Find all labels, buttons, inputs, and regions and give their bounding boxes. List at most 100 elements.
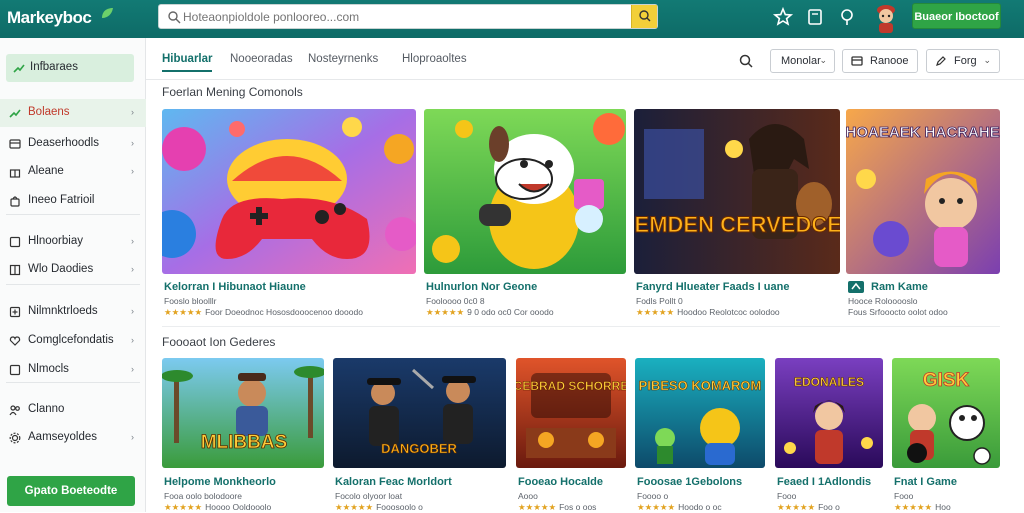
game-meta: Fooslo bloolllr: [164, 296, 217, 306]
chevron-right-icon: ›: [131, 236, 134, 246]
game-card[interactable]: EHOAEAEK HACRAHEN Ram Kame Hooce Roloooo…: [846, 109, 1000, 319]
game-thumbnail: PIBESO KOMAROM: [635, 358, 765, 468]
game-thumbnail: [162, 109, 416, 274]
game-title[interactable]: Kelorran I Hibunaot Hiaune: [164, 281, 306, 293]
avatar-icon[interactable]: [872, 2, 900, 34]
chevron-right-icon: ›: [131, 264, 134, 274]
star-badge-icon[interactable]: [772, 6, 794, 28]
filter-button[interactable]: Ranooe: [842, 49, 918, 73]
chevron-right-icon: ›: [131, 138, 134, 148]
game-card[interactable]: EDONAILES Feaed I 1Adlondis Fooo ★★★★★ Fo…: [775, 358, 883, 512]
sidebar-item[interactable]: Ineeo Fatrioil: [0, 187, 146, 215]
game-title[interactable]: Kaloran Feac Morldort: [335, 476, 452, 488]
sort-dropdown[interactable]: Monolar ⌄: [770, 49, 835, 73]
square-icon: [9, 236, 21, 248]
game-meta: Hooce Rolooooslo: [848, 296, 918, 306]
game-title[interactable]: Fanyrd Hlueater Faads I uane: [636, 281, 789, 293]
pen-icon: [936, 56, 946, 66]
game-meta: Focolo olyoor loat: [335, 491, 403, 501]
sidebar-item[interactable]: Deaserhoodls ›: [0, 130, 146, 158]
sidebar-item-label: Nilmnktrloeds: [28, 305, 98, 317]
chevron-right-icon: ›: [131, 107, 134, 117]
game-thumbnail: MLIBBAS: [162, 358, 324, 468]
sidebar-item[interactable]: Wlo Daodies ›: [0, 256, 146, 284]
game-badge-icon: [848, 281, 864, 293]
game-rating: ★★★★★ Foo o: [777, 502, 840, 512]
game-card[interactable]: Hulnurlon Nor Geone Fooloooo 0c0 8 ★★★★★…: [424, 109, 626, 319]
game-thumbnail: DANGOBER: [333, 358, 506, 468]
game-card[interactable]: PIBESO KOMAROM Fooosae 1Gebolons Foooo o…: [635, 358, 765, 512]
sidebar-item[interactable]: Aleane ›: [0, 158, 146, 186]
sidebar-item[interactable]: Aamseyoldes ›: [0, 424, 146, 452]
tab-nooeoradas[interactable]: Nooeoradas: [230, 53, 293, 65]
sign-in-button[interactable]: Buaeor Iboctoof: [912, 3, 1001, 29]
box-icon: [9, 139, 21, 149]
sidebar-item[interactable]: Nlmocls ›: [0, 356, 146, 384]
game-card[interactable]: Kelorran I Hibunaot Hiaune Fooslo blooll…: [162, 109, 416, 319]
game-rating: ★★★★★ Foor Doeodnoc Hososdooocenoo dooodo: [164, 307, 363, 317]
sidebar-item[interactable]: Comglcefondatis ›: [0, 327, 146, 355]
sidebar-item-label: Wlo Daodies: [28, 263, 94, 275]
game-rating: ★★★★★ Hoodo o oc: [637, 502, 722, 512]
view-dropdown[interactable]: Forg ⌄: [926, 49, 1000, 73]
sidebar-item-label: Ineeo Fatrioil: [28, 194, 95, 206]
game-title[interactable]: Helpome Monkheorlo: [164, 476, 276, 488]
sidebar-top-label: Infbaraes: [30, 61, 78, 73]
game-title[interactable]: Fooosae 1Gebolons: [637, 476, 742, 488]
search-button[interactable]: [631, 5, 657, 28]
game-card[interactable]: GEMDEN CERVEDCES Fanyrd Hlueater Faads I…: [634, 109, 840, 319]
sidebar: Infbaraes Gpato Boeteodte Bolaens › Deaser…: [0, 38, 146, 512]
active-tab-indicator: [162, 70, 212, 72]
sidebar-top-item[interactable]: Infbaraes: [6, 54, 134, 82]
sidebar-item[interactable]: Nilmnktrloeds ›: [0, 298, 146, 326]
sidebar-divider: [6, 382, 140, 383]
game-meta: Foooo o: [637, 491, 669, 501]
sidebar-item-label: Aamseyoldes: [28, 431, 98, 443]
game-card[interactable]: GISK Fnat I Game Fooo ★★★★★ Hoo: [892, 358, 1000, 512]
game-rating: ★★★★★ 9 0 odo oc0 Cor ooodo: [426, 307, 554, 317]
sidebar-item[interactable]: Clanno: [0, 396, 146, 424]
app-logo[interactable]: Markeyboc: [7, 8, 92, 28]
search-icon: [639, 10, 651, 22]
search-icon[interactable]: [738, 53, 754, 69]
sidebar-divider: [6, 214, 140, 215]
book-icon[interactable]: [804, 6, 826, 28]
plus-icon: [9, 306, 21, 318]
game-title[interactable]: Fnat I Game: [894, 476, 957, 488]
card-banner-text: CEBRAD SCHORRE: [516, 379, 626, 393]
game-thumbnail: EHOAEAEK HACRAHEN: [846, 109, 1000, 274]
card-banner-text: GISK: [923, 370, 970, 391]
sidebar-cta-button[interactable]: Gpato Boeteodte: [7, 476, 135, 506]
tab-hloproaoltes[interactable]: Hloproaoltes: [402, 53, 467, 65]
game-title[interactable]: Feaed I 1Adlondis: [777, 476, 871, 488]
sidebar-item[interactable]: Hlnoorbiay ›: [0, 228, 146, 256]
card-icon: [851, 56, 863, 66]
game-card[interactable]: DANGOBER Kaloran Feac Morldort Focolo ol…: [333, 358, 506, 512]
search-icon: [168, 11, 181, 24]
filter-label: Ranooe: [870, 55, 909, 67]
pin-icon[interactable]: [836, 6, 858, 28]
game-card[interactable]: CEBRAD SCHORRE Fooeao Hocalde Aooo ★★★★★…: [516, 358, 626, 512]
game-card[interactable]: MLIBBAS Helpome Monkheorlo Fooa oolo bol…: [162, 358, 324, 512]
sidebar-item[interactable]: Bolaens ›: [0, 99, 146, 127]
top-bar: Markeyboc Buaeor Iboctoof: [0, 0, 1024, 38]
sidebar-item-label: Comglcefondatis: [28, 334, 114, 346]
chevron-down-icon: ⌄: [983, 55, 991, 65]
gear-icon: [9, 432, 21, 444]
section-title-genres: Foooaot Ion Gederes: [162, 335, 276, 349]
sidebar-item-label: Aleane: [28, 165, 64, 177]
game-meta: Aooo: [518, 491, 538, 501]
bag-icon: [10, 196, 20, 207]
card-banner-text: GEMDEN CERVEDCES: [634, 212, 840, 237]
game-thumbnail: GISK: [892, 358, 1000, 468]
tab-nosteyrnenks[interactable]: Nosteyrnenks: [308, 53, 378, 65]
grid-icon: [9, 264, 21, 276]
game-title[interactable]: Fooeao Hocalde: [518, 476, 603, 488]
chevron-right-icon: ›: [131, 306, 134, 316]
game-title[interactable]: Hulnurlon Nor Geone: [426, 281, 537, 293]
game-meta: Fooo: [777, 491, 797, 501]
game-title[interactable]: Ram Kame: [871, 281, 928, 293]
tab-hibuarlar[interactable]: Hibuarlar: [162, 53, 213, 65]
search-input[interactable]: [183, 8, 623, 26]
search-bar[interactable]: [158, 4, 658, 29]
